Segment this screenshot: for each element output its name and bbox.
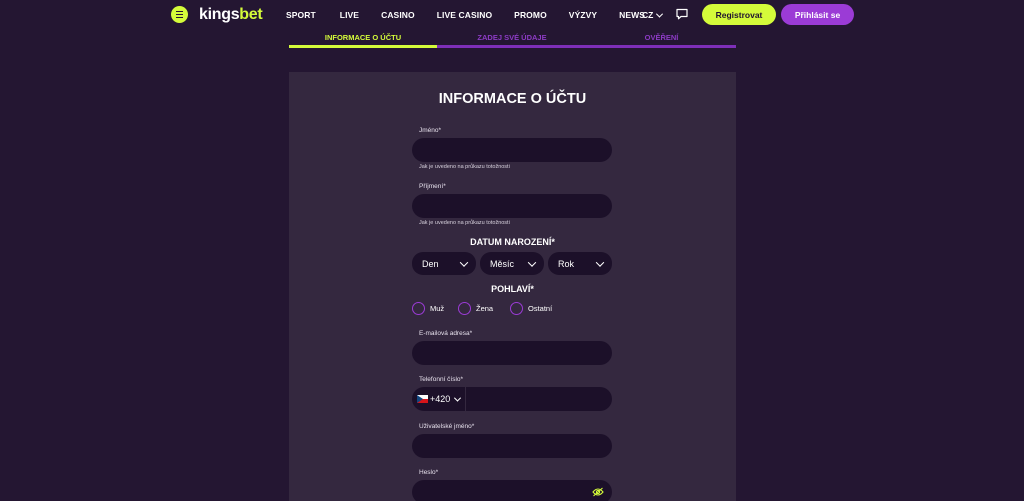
menu-line-icon [176,10,183,12]
top-header: kingsbet SPORT LIVE CASINO LIVE CASINO P… [0,0,1024,30]
registration-steps: INFORMACE O ÚČTU ZADEJ SVÉ ÚDAJE OVĚŘENÍ [289,30,736,50]
registration-form-panel: INFORMACE O ÚČTU Jméno* Jak je uvedeno n… [289,72,736,501]
birth-day-value: Den [422,258,439,269]
nav-live[interactable]: LIVE [340,10,359,20]
czech-flag-icon [417,395,428,403]
menu-line-icon [176,13,183,16]
hide-password-icon[interactable] [592,487,604,497]
country-code-select[interactable]: +420 [412,387,466,411]
chat-icon[interactable] [676,8,688,20]
chevron-down-icon [595,257,605,267]
radio-circle-icon [458,302,471,315]
country-code-value: +420 [430,394,451,404]
last-name-label: Příjmení* [419,183,446,190]
first-name-label: Jméno* [419,127,442,134]
password-input[interactable] [412,480,612,501]
step-account-info: INFORMACE O ÚČTU [324,33,402,42]
username-label: Uživatelské jméno* [419,423,475,430]
gender-option-label: Žena [476,304,494,313]
main-nav: SPORT LIVE CASINO LIVE CASINO PROMO VÝZV… [286,10,645,20]
nav-casino[interactable]: CASINO [381,10,415,20]
step-progress-bar [587,45,736,48]
step-progress-bar [437,45,587,48]
language-label: CZ [642,10,654,20]
username-input[interactable] [412,434,612,458]
phone-label: Telefonní číslo* [419,376,464,383]
gender-option-label: Muž [430,304,445,313]
chevron-down-icon [454,394,462,402]
gender-option-label: Ostatní [528,304,553,313]
birthdate-title: DATUM NAROZENÍ* [470,237,555,247]
hamburger-menu-button[interactable] [171,6,188,23]
birth-year-value: Rok [558,258,575,269]
nav-vyzvy[interactable]: VÝZVY [569,10,597,20]
nav-promo[interactable]: PROMO [514,10,547,20]
last-name-input[interactable] [412,194,612,218]
email-label: E-mailová adresa* [419,330,473,337]
gender-option-other[interactable]: Ostatní [510,302,552,315]
gender-option-female[interactable]: Žena [458,302,493,315]
birth-year-select[interactable]: Rok [548,252,612,275]
login-button[interactable]: Přihlásit se [781,4,854,25]
chevron-down-icon [656,10,664,18]
radio-circle-icon [412,302,425,315]
last-name-hint: Jak je uvedeno na průkazu totožnosti [419,220,510,226]
gender-option-male[interactable]: Muž [412,302,444,315]
email-input[interactable] [412,341,612,365]
nav-live-casino[interactable]: LIVE CASINO [437,10,492,20]
register-button[interactable]: Registrovat [702,4,776,25]
step-personal-details: ZADEJ SVÉ ÚDAJE [477,33,547,42]
step-progress-bar-active [289,45,437,48]
gender-title: POHLAVÍ* [491,284,534,294]
first-name-input[interactable] [412,138,612,162]
language-selector[interactable]: CZ [642,10,664,20]
step-verification: OVĚŘENÍ [644,33,679,42]
nav-sport[interactable]: SPORT [286,10,316,20]
kingsbet-logo[interactable]: kingsbet [199,6,263,24]
birth-day-select[interactable]: Den [412,252,476,275]
chevron-down-icon [459,257,469,267]
radio-circle-icon [510,302,523,315]
menu-line-icon [176,17,183,19]
password-label: Heslo* [419,469,439,476]
phone-field: +420 [412,387,612,411]
chevron-down-icon [527,257,537,267]
birth-month-select[interactable]: Měsíc [480,252,544,275]
form-title: INFORMACE O ÚČTU [438,91,587,107]
birth-month-value: Měsíc [490,258,515,269]
first-name-hint: Jak je uvedeno na průkazu totožnosti [419,164,510,170]
